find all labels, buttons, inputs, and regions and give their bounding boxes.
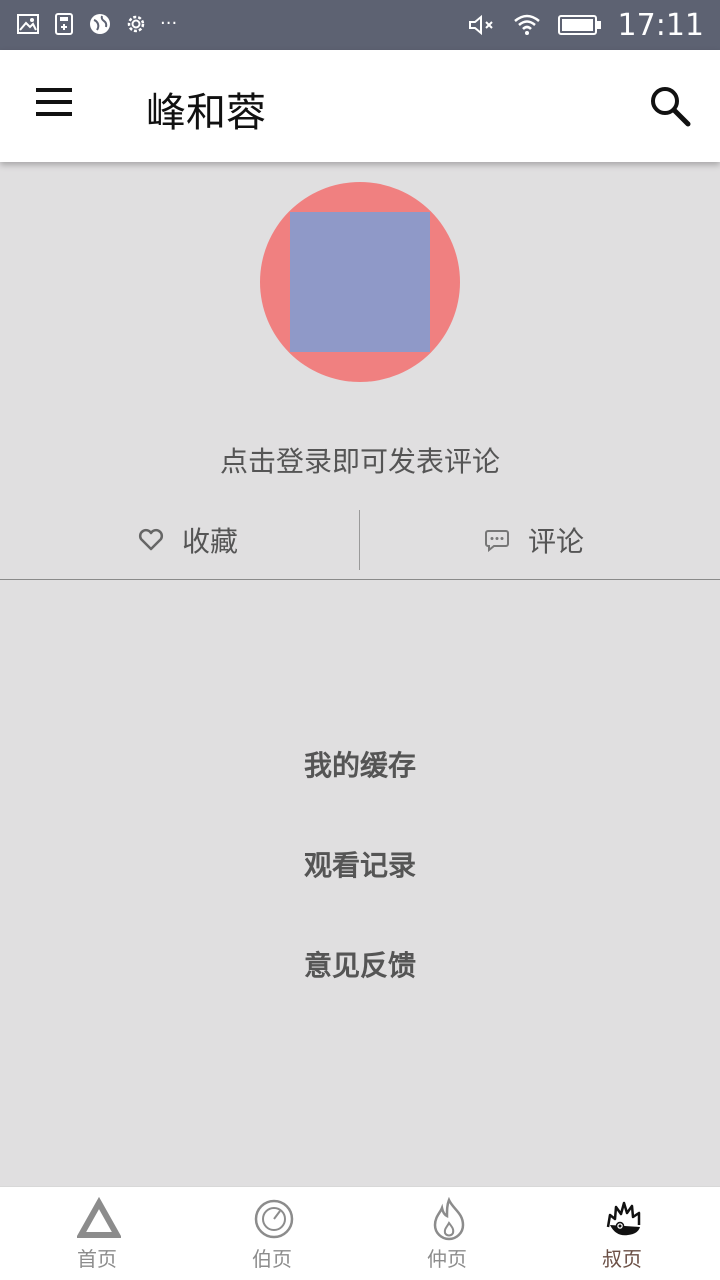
avatar-placeholder-image xyxy=(290,212,430,352)
tab-zhong[interactable]: 仲页 xyxy=(357,1187,537,1280)
divider xyxy=(359,510,360,570)
settings-icon xyxy=(127,15,145,33)
tab-home[interactable]: 首页 xyxy=(7,1187,187,1280)
favorites-button[interactable]: 收藏 xyxy=(138,510,238,570)
status-notifications: ··· xyxy=(16,12,177,36)
status-bar: ··· 17:11 xyxy=(0,0,720,50)
status-system: 17:11 xyxy=(468,0,704,50)
wifi-icon xyxy=(513,14,540,35)
page-title: 峰和蓉 xyxy=(146,90,266,136)
login-prompt[interactable]: 点击登录即可发表评论 xyxy=(0,440,720,480)
tab-bo[interactable]: 伯页 xyxy=(182,1187,362,1280)
triangle-icon xyxy=(77,1197,121,1238)
favorites-label: 收藏 xyxy=(182,525,239,558)
avatar[interactable] xyxy=(260,182,460,382)
globe-icon xyxy=(90,14,110,34)
tab-shu[interactable]: 叔页 xyxy=(532,1187,712,1280)
menu-icon-line xyxy=(36,112,72,116)
comments-button[interactable]: 评论 xyxy=(484,510,584,570)
menu-item-cache[interactable]: 我的缓存 xyxy=(0,744,720,784)
hedgehog-icon xyxy=(606,1201,641,1236)
flame-icon xyxy=(433,1197,465,1241)
menu-item-history[interactable]: 观看记录 xyxy=(0,844,720,884)
app-bar: 峰和蓉 xyxy=(0,50,720,162)
clock: 17:11 xyxy=(617,7,704,43)
action-row: 收藏 评论 xyxy=(0,510,720,580)
heart-icon xyxy=(138,528,164,551)
battery-icon xyxy=(557,15,601,35)
notification-overflow: ··· xyxy=(160,13,178,34)
menu-icon-line xyxy=(36,100,72,104)
tab-label: 叔页 xyxy=(602,1247,642,1271)
tab-label: 仲页 xyxy=(427,1247,467,1271)
mute-icon xyxy=(468,14,493,36)
tab-label: 首页 xyxy=(77,1247,117,1271)
menu-item-feedback[interactable]: 意见反馈 xyxy=(0,944,720,984)
menu-button[interactable] xyxy=(36,88,76,124)
compass-icon xyxy=(254,1199,294,1239)
search-icon[interactable] xyxy=(648,84,692,128)
comment-icon xyxy=(485,530,509,552)
comments-label: 评论 xyxy=(528,525,585,558)
bottom-nav: 首页 伯页 仲页 叔页 xyxy=(0,1186,720,1280)
image-icon xyxy=(17,14,39,34)
tab-label: 伯页 xyxy=(252,1247,292,1271)
usb-icon xyxy=(55,13,73,35)
menu-icon-line xyxy=(36,88,72,92)
